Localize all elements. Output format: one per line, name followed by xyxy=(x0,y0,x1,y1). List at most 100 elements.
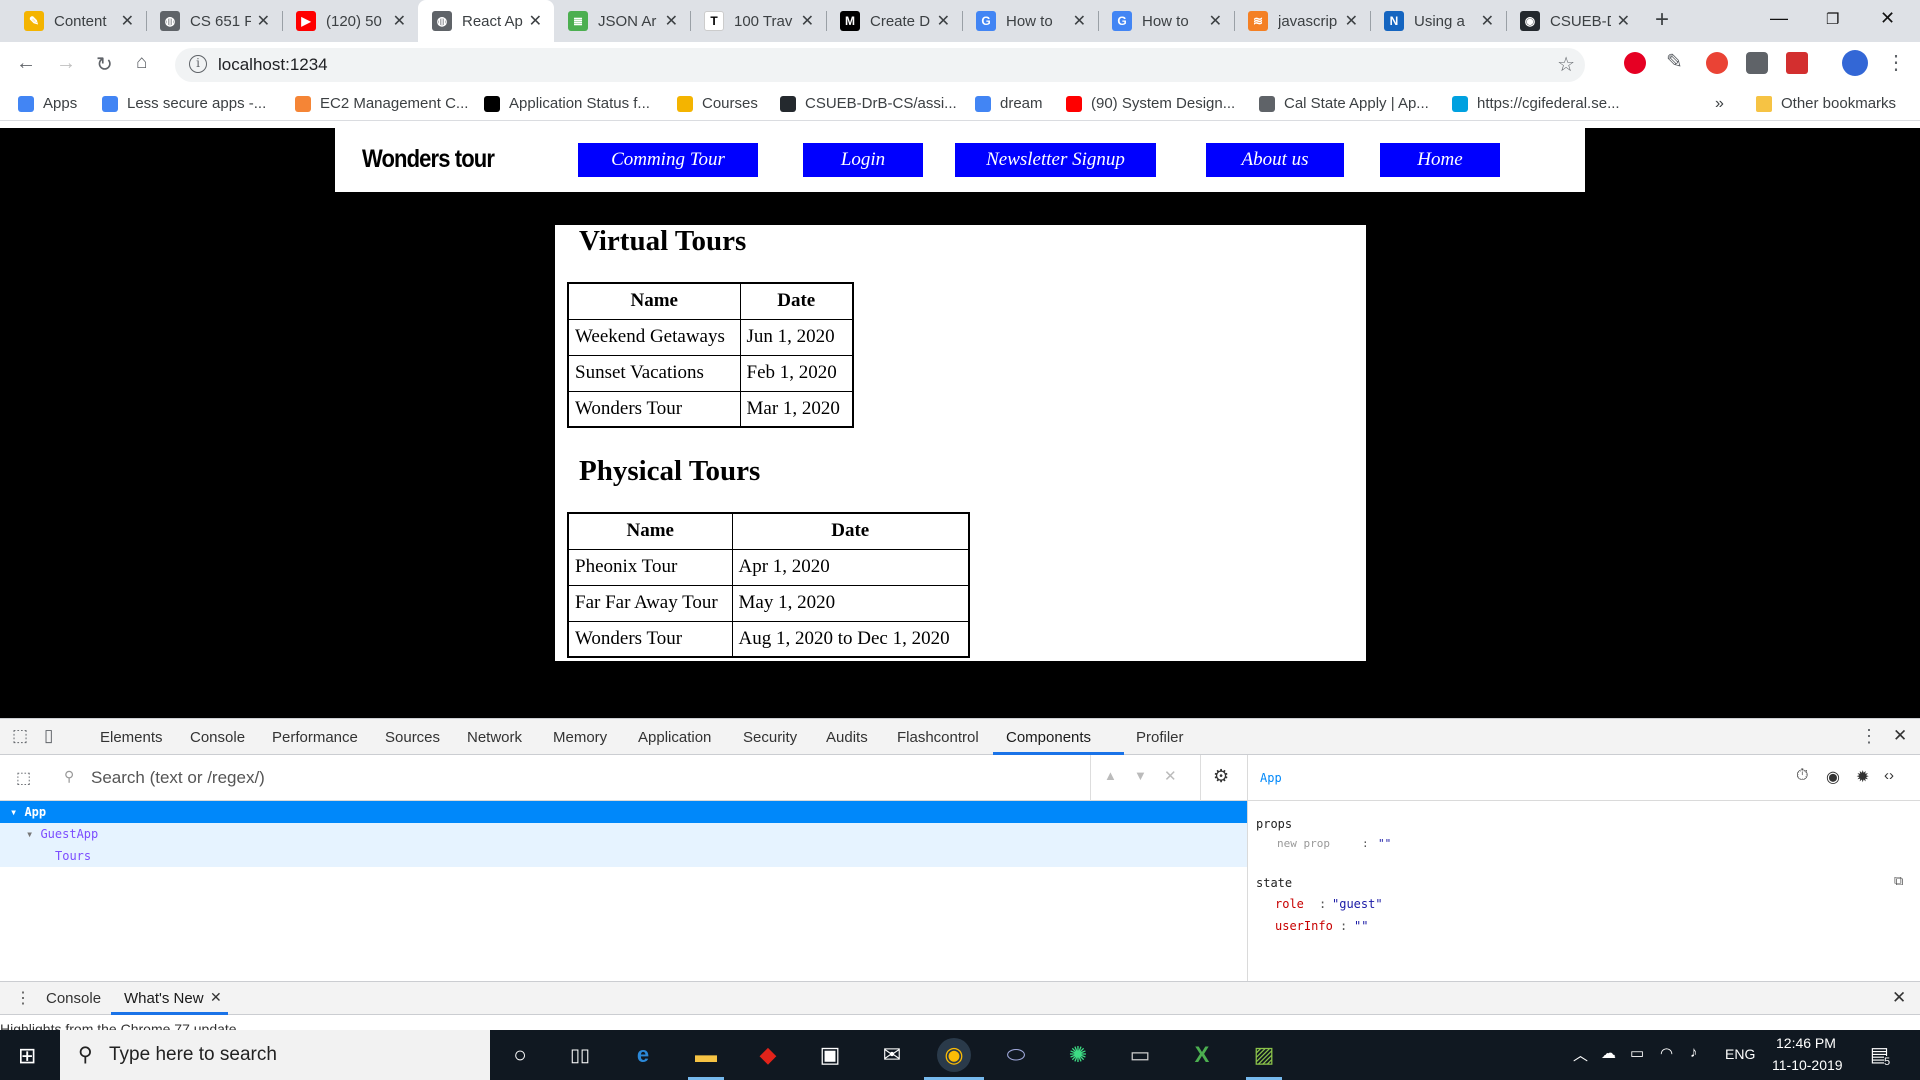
close-tab-icon[interactable]: ✕ xyxy=(665,11,678,31)
tree-row-guestapp[interactable]: ▾ GuestApp xyxy=(0,823,1247,845)
close-window-icon[interactable]: ✕ xyxy=(1880,8,1895,29)
onedrive-icon[interactable]: ☁ xyxy=(1601,1044,1616,1062)
language-indicator[interactable]: ENG xyxy=(1725,1046,1755,1062)
devtools-tab[interactable]: Sources xyxy=(385,729,440,746)
cortana-icon[interactable]: ○ xyxy=(503,1038,537,1072)
close-drawer-icon[interactable]: ✕ xyxy=(1892,988,1906,1008)
drawer-tab-whats-new[interactable]: What's New xyxy=(124,990,204,1007)
view-source-icon[interactable]: ‹› xyxy=(1884,767,1894,784)
restore-icon[interactable]: ❐ xyxy=(1826,10,1839,28)
state-value-role[interactable]: "guest" xyxy=(1332,897,1383,911)
bookmark-item[interactable]: https://cgifederal.se... xyxy=(1452,95,1620,112)
new-prop-key[interactable]: new prop xyxy=(1277,837,1330,850)
device-toolbar-icon[interactable]: ▯ xyxy=(44,726,53,746)
bug-icon[interactable]: ✹ xyxy=(1856,767,1869,787)
home-icon[interactable]: ⌂ xyxy=(136,52,147,74)
eye-icon[interactable]: ◉ xyxy=(1826,767,1840,787)
atom-icon[interactable]: ✺ xyxy=(1061,1038,1095,1072)
close-drawer-tab-icon[interactable]: ✕ xyxy=(210,989,222,1006)
clock-time[interactable]: 12:46 PM xyxy=(1776,1035,1836,1051)
bookmark-item[interactable]: EC2 Management C... xyxy=(295,95,468,112)
eclipse-icon[interactable]: ⬭ xyxy=(999,1038,1033,1072)
bookmark-item[interactable]: Application Status f... xyxy=(484,95,650,112)
red-extension-icon[interactable] xyxy=(1706,52,1728,74)
new-tab-button[interactable]: + xyxy=(1655,6,1669,34)
other-bookmarks[interactable]: Other bookmarks xyxy=(1756,95,1896,112)
browser-tab[interactable]: ◉ CSUEB-D ✕ xyxy=(1506,0,1642,42)
minimize-icon[interactable]: — xyxy=(1770,8,1788,29)
terminal-icon[interactable]: ▭ xyxy=(1123,1038,1157,1072)
browser-tab[interactable]: ≋ javascrip ✕ xyxy=(1234,0,1370,42)
select-component-icon[interactable]: ⬚ xyxy=(16,768,31,788)
devtools-tab[interactable]: Network xyxy=(467,729,522,746)
devtools-tab[interactable]: Security xyxy=(743,729,797,746)
devtools-tab[interactable]: Components xyxy=(1006,729,1091,746)
task-view-icon[interactable]: ▯▯ xyxy=(563,1038,597,1072)
excel-icon[interactable]: X xyxy=(1185,1038,1219,1072)
component-search-input[interactable]: Search (text or /regex/) xyxy=(91,768,265,788)
bookmark-item[interactable]: Courses xyxy=(677,95,758,112)
settings-gear-icon[interactable]: ⚙ xyxy=(1213,766,1229,787)
devtools-tab[interactable]: Elements xyxy=(100,729,163,746)
wifi-icon[interactable]: ◠ xyxy=(1660,1044,1673,1062)
browser-tab[interactable]: T 100 Trav ✕ xyxy=(690,0,826,42)
browser-tab[interactable]: G How to ✕ xyxy=(962,0,1098,42)
close-tab-icon[interactable]: ✕ xyxy=(529,11,542,31)
close-tab-icon[interactable]: ✕ xyxy=(393,11,406,31)
close-devtools-icon[interactable]: ✕ xyxy=(1893,726,1907,746)
browser-tab[interactable]: M Create D ✕ xyxy=(826,0,962,42)
battery-icon[interactable]: ▭ xyxy=(1630,1044,1644,1062)
browser-tab[interactable]: G How to ✕ xyxy=(1098,0,1234,42)
inspect-element-icon[interactable]: ⬚ xyxy=(12,726,28,746)
close-tab-icon[interactable]: ✕ xyxy=(1209,11,1222,31)
copy-icon[interactable]: ⧉ xyxy=(1894,873,1903,889)
devtools-tab[interactable]: Memory xyxy=(553,729,607,746)
edge-icon[interactable]: e xyxy=(626,1038,660,1072)
profile-avatar[interactable] xyxy=(1842,50,1868,76)
show-hidden-icons-icon[interactable]: ︿ xyxy=(1573,1044,1588,1065)
taskbar-search[interactable]: ⚲ Type here to search xyxy=(60,1030,490,1080)
chrome-icon[interactable]: ◉ xyxy=(937,1038,971,1072)
bookmarks-overflow-icon[interactable]: » xyxy=(1715,95,1724,113)
volume-icon[interactable]: ♪ xyxy=(1690,1044,1698,1061)
drawer-menu-icon[interactable]: ⋮ xyxy=(15,988,31,1008)
previous-result-icon[interactable]: ▲ xyxy=(1104,768,1117,783)
bookmark-item[interactable]: dream xyxy=(975,95,1043,112)
expand-arrow-icon[interactable]: ▾ xyxy=(10,805,24,819)
tree-row-tours[interactable]: Tours xyxy=(0,845,1247,867)
new-prop-value[interactable]: "" xyxy=(1378,837,1391,850)
nav-home[interactable]: Home xyxy=(1380,143,1500,177)
image-editor-icon[interactable]: ▨ xyxy=(1247,1038,1281,1072)
windows-start-icon[interactable]: ⊞ xyxy=(18,1043,36,1069)
browser-tab[interactable]: ≣ JSON Ar ✕ xyxy=(554,0,690,42)
devtools-tab[interactable]: Console xyxy=(190,729,245,746)
browser-menu-icon[interactable]: ⋮ xyxy=(1886,50,1906,75)
bookmark-item[interactable]: Apps xyxy=(18,95,77,112)
close-tab-icon[interactable]: ✕ xyxy=(1345,11,1358,31)
bag-extension-icon[interactable] xyxy=(1746,52,1768,74)
bookmark-item[interactable]: Cal State Apply | Ap... xyxy=(1259,95,1429,112)
close-tab-icon[interactable]: ✕ xyxy=(1617,11,1630,31)
drawer-tab-console[interactable]: Console xyxy=(46,990,101,1007)
devtools-tab[interactable]: Application xyxy=(638,729,711,746)
mail-icon[interactable]: ✉ xyxy=(875,1038,909,1072)
devtools-tab[interactable]: Profiler xyxy=(1136,729,1184,746)
site-info-icon[interactable]: i xyxy=(189,55,207,73)
back-icon[interactable]: ← xyxy=(16,52,36,75)
close-tab-icon[interactable]: ✕ xyxy=(1481,11,1494,31)
bookmark-star-icon[interactable]: ☆ xyxy=(1557,52,1575,77)
browser-tab[interactable]: ◍ CS 651 F ✕ xyxy=(146,0,282,42)
close-tab-icon[interactable]: ✕ xyxy=(937,11,950,31)
bookmark-item[interactable]: Less secure apps -... xyxy=(102,95,266,112)
state-value-userinfo[interactable]: "" xyxy=(1354,919,1368,933)
browser-tab[interactable]: ▶ (120) 50 ✕ xyxy=(282,0,418,42)
bookmark-item[interactable]: CSUEB-DrB-CS/assi... xyxy=(780,95,957,112)
adblock-extension-icon[interactable] xyxy=(1786,52,1808,74)
store-icon[interactable]: ▣ xyxy=(813,1038,847,1072)
taskbar-search-input[interactable]: Type here to search xyxy=(109,1044,277,1066)
next-result-icon[interactable]: ▼ xyxy=(1134,768,1147,783)
address-bar[interactable]: i localhost:1234 ☆ xyxy=(175,48,1585,82)
close-tab-icon[interactable]: ✕ xyxy=(257,11,270,31)
address-url[interactable]: localhost:1234 xyxy=(218,55,328,75)
tree-row-app[interactable]: ▾ App xyxy=(0,801,1247,823)
